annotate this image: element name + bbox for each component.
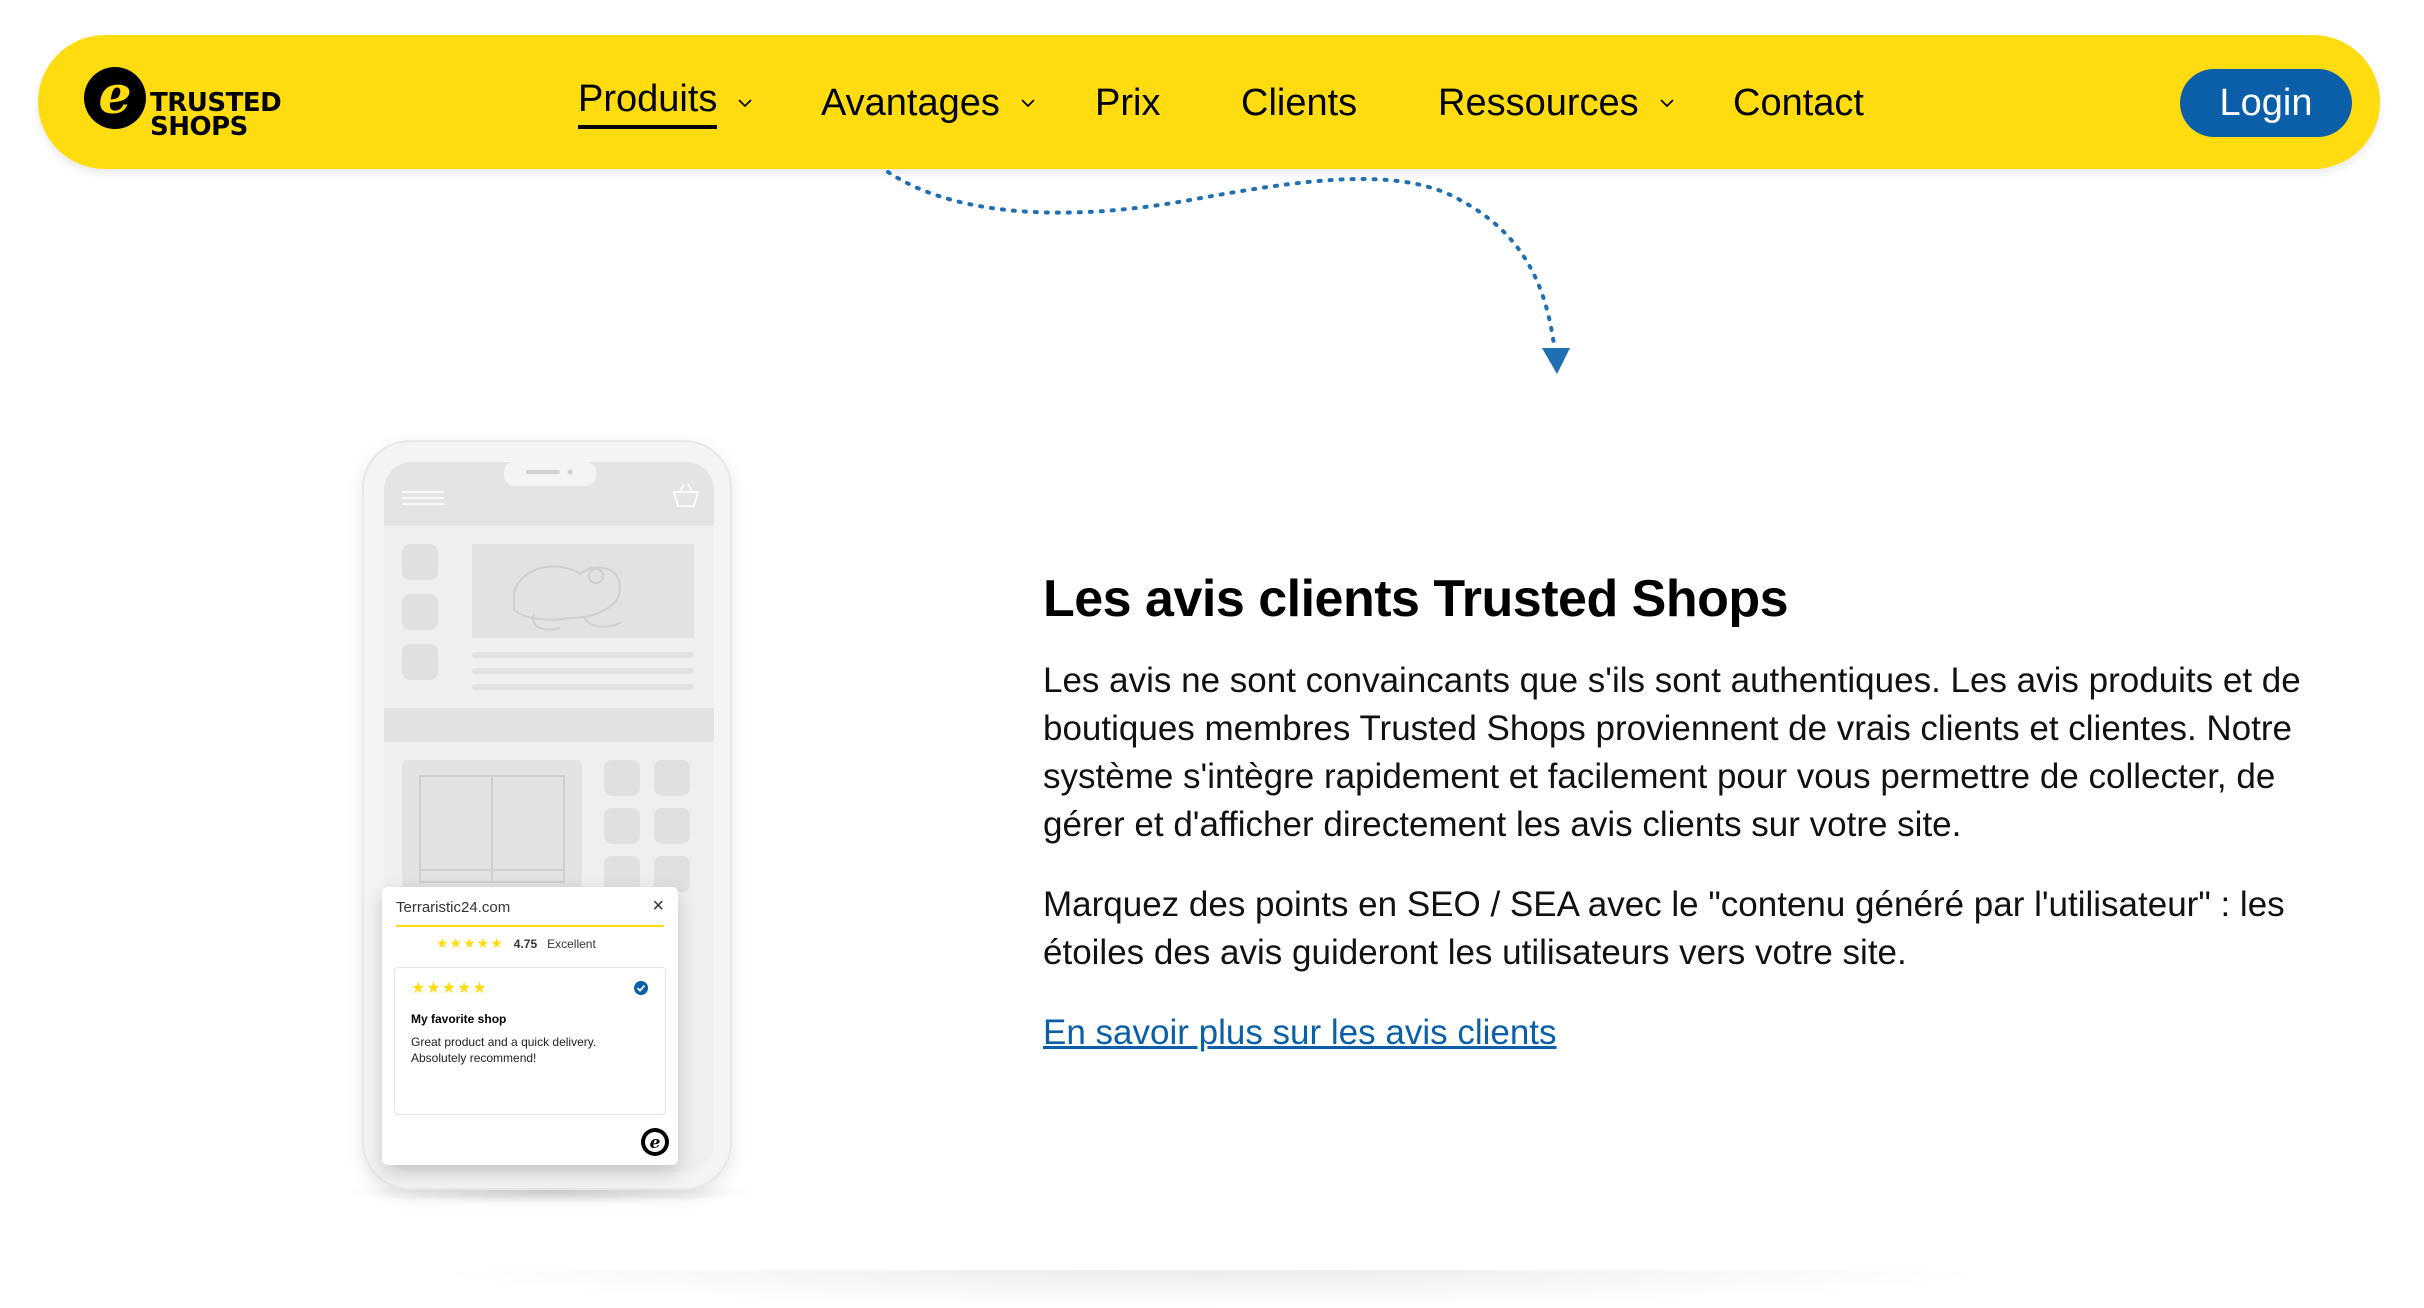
nav-item-label: Clients [1241, 81, 1358, 124]
nav-item-produits[interactable]: Produits [578, 78, 753, 129]
nav-item-clients[interactable]: Clients [1241, 81, 1357, 125]
nav-item-label: Contact [1733, 81, 1864, 124]
section-paragraph-1: Les avis ne sont convaincants que s'ils … [1043, 661, 2301, 844]
nav-item-prix[interactable]: Prix [1095, 81, 1160, 125]
section-divider-shadow [420, 1270, 2000, 1308]
section-heading: Les avis clients Trusted Shops [1043, 570, 1789, 628]
review-summary: ★★★★★ 4.75 Excellent [436, 935, 596, 952]
review-divider [396, 925, 664, 927]
review-shop-name: Terraristic24.com [396, 899, 511, 916]
main-menu: Produits Avantages Prix Clients Ressourc… [38, 35, 2380, 169]
chevron-down-icon [738, 99, 753, 108]
nav-item-ressources[interactable]: Ressources [1438, 81, 1675, 125]
learn-more-link[interactable]: En savoir plus sur les avis clients [1043, 1009, 1557, 1057]
reviews-section: Les avis clients Trusted Shops Les avis … [1043, 565, 2343, 1057]
rating-value: 4.75 [513, 936, 538, 951]
svg-text:e: e [650, 1133, 661, 1153]
review-title: My favorite shop [411, 1012, 507, 1026]
top-navigation-bar: e TRUSTED SHOPS Produits Avantages Prix … [38, 35, 2380, 169]
trusted-shops-badge-icon: e [641, 1128, 669, 1156]
review-text: Great product and a quick delivery. Abso… [411, 1035, 597, 1065]
login-button[interactable]: Login [2180, 69, 2352, 137]
nav-item-label: Avantages [821, 81, 1000, 124]
chevron-down-icon [1660, 99, 1674, 108]
curved-dotted-arrow [886, 170, 1570, 374]
nav-item-avantages[interactable]: Avantages [821, 81, 1036, 125]
review-widget-card: Terraristic24.com × ★★★★★ 4.75 Excellent… [382, 887, 678, 1165]
nav-item-label: Ressources [1438, 81, 1639, 124]
review-item: ★★★★★ My favorite shop Great product and… [394, 967, 666, 1115]
nav-item-label: Produits [578, 78, 718, 129]
rating-label: Excellent [547, 936, 596, 951]
review-stars-icon: ★★★★★ [411, 980, 488, 997]
nav-item-contact[interactable]: Contact [1733, 81, 1864, 125]
nav-item-label: Prix [1095, 81, 1161, 124]
chevron-down-icon [1021, 99, 1035, 108]
rating-stars-icon: ★★★★★ [436, 935, 504, 951]
section-paragraph-2: Marquez des points en SEO / SEA avec le … [1043, 885, 2285, 972]
close-icon[interactable]: × [652, 895, 664, 918]
verified-check-icon [634, 981, 648, 995]
